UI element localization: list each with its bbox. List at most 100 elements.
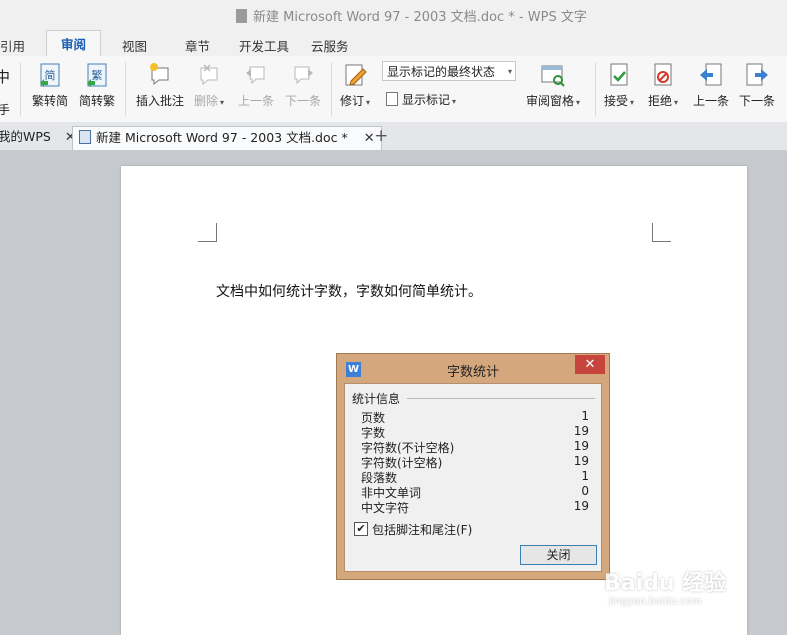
chevron-down-icon: ▾ — [366, 98, 371, 107]
separator — [331, 62, 332, 116]
separator — [595, 62, 596, 116]
crop-mark-top-left — [198, 223, 217, 242]
menu-bar: 引用 审阅 视图 章节 开发工具 云服务 — [0, 30, 787, 58]
stat-row-pages: 页数 1 — [361, 409, 589, 425]
new-tab-plus-icon[interactable]: + — [374, 126, 388, 146]
insert-comment-button[interactable]: 插入批注 — [136, 62, 184, 109]
next-comment-label: 下一条 — [285, 94, 322, 108]
stat-value: 19 — [573, 454, 589, 468]
show-markup-label: 显示标记 — [402, 93, 451, 107]
document-text[interactable]: 文档中如何统计字数，字数如何简单统计。 — [216, 281, 482, 301]
stat-value: 1 — [581, 409, 589, 423]
stat-row-chars-with-spaces: 字符数(计空格) 19 — [361, 454, 589, 470]
stat-value: 19 — [573, 499, 589, 513]
title-bar: 新建 Microsoft Word 97 - 2003 文档.doc * - W… — [0, 0, 787, 30]
delete-comment-button[interactable]: 删除 ▾ — [194, 62, 224, 109]
stat-row-non-chinese-words: 非中文单词 0 — [361, 484, 589, 500]
next-comment-icon — [294, 66, 313, 85]
prev-comment-button[interactable]: 上一条 — [238, 62, 274, 109]
reject-icon — [654, 63, 672, 86]
svg-text:简: 简 — [45, 68, 56, 82]
divider — [407, 398, 595, 399]
accept-label: 接受 — [604, 94, 629, 108]
delete-comment-label: 删除 — [194, 94, 219, 108]
tab-review[interactable]: 审阅 — [46, 30, 102, 58]
tab-references[interactable]: 引用 — [0, 36, 25, 55]
trad-to-simp-icon: 简 — [40, 63, 60, 87]
baidu-watermark-url: jingyan.baidu.com — [609, 596, 702, 607]
prev-comment-icon — [246, 66, 265, 85]
trad-to-simp-button[interactable]: 简 繁转简 — [32, 62, 68, 109]
accept-icon — [610, 63, 628, 86]
insert-comment-label: 插入批注 — [136, 94, 185, 108]
prev-change-button[interactable]: 上一条 — [693, 62, 729, 109]
revise-label: 修订 — [340, 94, 365, 108]
revise-icon — [345, 64, 367, 86]
tab-developer[interactable]: 开发工具 — [239, 36, 289, 55]
prev-change-label: 上一条 — [693, 94, 730, 108]
close-icon[interactable]: ✕ — [364, 131, 375, 146]
window-title: 新建 Microsoft Word 97 - 2003 文档.doc * - W… — [236, 6, 587, 25]
markup-state-value: 显示标记的最终状态 — [387, 65, 496, 79]
dialog-close-icon[interactable]: ✕ — [575, 355, 605, 374]
language-label: 中 — [0, 68, 10, 86]
baidu-watermark: Baidu 经验 — [604, 571, 727, 596]
stat-value: 19 — [573, 439, 589, 453]
chevron-down-icon: ▾ — [630, 98, 635, 107]
revise-button[interactable]: 修订 ▾ — [340, 62, 370, 109]
chevron-down-icon: ▾ — [452, 97, 457, 106]
tab-my-wps[interactable]: 我的WPS ✕ — [0, 126, 76, 150]
ribbon: 中 手 简 繁转简 繁 简转繁 插入批注 删除 ▾ 上一条 下一条 修订 ▾ 显… — [0, 56, 787, 123]
tab-view[interactable]: 视图 — [122, 36, 147, 55]
stat-row-words: 字数 19 — [361, 424, 589, 440]
dialog-title-bar[interactable]: W 字数统计 ✕ — [337, 354, 609, 382]
chevron-down-icon: ▾ — [507, 67, 512, 76]
reject-label: 拒绝 — [648, 94, 673, 108]
simp-to-trad-icon: 繁 — [87, 63, 107, 87]
separator — [20, 62, 21, 116]
document-icon — [236, 9, 247, 23]
simp-to-trad-label: 简转繁 — [79, 94, 116, 108]
stat-label: 中文字符 — [361, 501, 410, 515]
next-comment-button[interactable]: 下一条 — [285, 62, 321, 109]
dialog-body: 统计信息 页数 1 字数 19 字符数(不计空格) 19 字符数(计空格) 19… — [344, 383, 602, 572]
dialog-title: 字数统计 — [446, 365, 499, 380]
chevron-down-icon: ▾ — [674, 98, 679, 107]
tab-current-document-label: 新建 Microsoft Word 97 - 2003 文档.doc * — [96, 130, 348, 145]
tab-cloud[interactable]: 云服务 — [311, 36, 349, 55]
close-button[interactable]: 关闭 — [520, 545, 597, 565]
stat-value: 19 — [573, 424, 589, 438]
next-change-label: 下一条 — [739, 94, 776, 108]
stat-value: 0 — [581, 484, 589, 498]
svg-text:繁: 繁 — [92, 68, 103, 82]
next-change-button[interactable]: 下一条 — [739, 62, 775, 109]
include-footnotes-label[interactable]: 包括脚注和尾注(F) — [372, 521, 472, 538]
stat-value: 1 — [581, 469, 589, 483]
stats-group-label: 统计信息 — [352, 392, 401, 406]
review-pane-button[interactable]: 审阅窗格 ▾ — [526, 62, 580, 109]
next-change-icon — [746, 63, 768, 86]
chevron-down-icon: ▾ — [220, 98, 225, 107]
document-tab-bar: 我的WPS ✕ 新建 Microsoft Word 97 - 2003 文档.d… — [0, 122, 787, 151]
simp-to-trad-button[interactable]: 繁 简转繁 — [79, 62, 115, 109]
stat-row-chars-no-spaces: 字符数(不计空格) 19 — [361, 439, 589, 455]
stat-row-paragraphs: 段落数 1 — [361, 469, 589, 485]
show-markup-button[interactable]: 显示标记 ▾ — [386, 91, 456, 108]
markup-state-select[interactable]: 显示标记的最终状态 ▾ — [382, 61, 516, 81]
crop-mark-top-right — [652, 223, 671, 242]
tab-my-wps-label: 我的WPS — [0, 129, 51, 144]
stat-row-chinese-chars: 中文字符 19 — [361, 499, 589, 515]
language-button[interactable]: 中 手 — [0, 62, 10, 118]
trad-to-simp-label: 繁转简 — [32, 94, 69, 108]
reject-button[interactable]: 拒绝 ▾ — [648, 62, 678, 109]
review-pane-icon — [541, 65, 565, 87]
show-markup-icon — [386, 92, 398, 106]
word-doc-icon — [79, 130, 91, 144]
word-count-dialog: W 字数统计 ✕ 统计信息 页数 1 字数 19 字符数(不计空格) 19 字符… — [336, 353, 610, 580]
include-footnotes-checkbox[interactable]: ✔ — [354, 522, 368, 536]
tab-current-document[interactable]: 新建 Microsoft Word 97 - 2003 文档.doc * ✕ — [72, 126, 382, 151]
tab-chapter[interactable]: 章节 — [185, 36, 210, 55]
accept-button[interactable]: 接受 ▾ — [604, 62, 634, 109]
review-pane-label: 审阅窗格 — [526, 94, 575, 108]
chevron-down-icon: ▾ — [576, 98, 581, 107]
